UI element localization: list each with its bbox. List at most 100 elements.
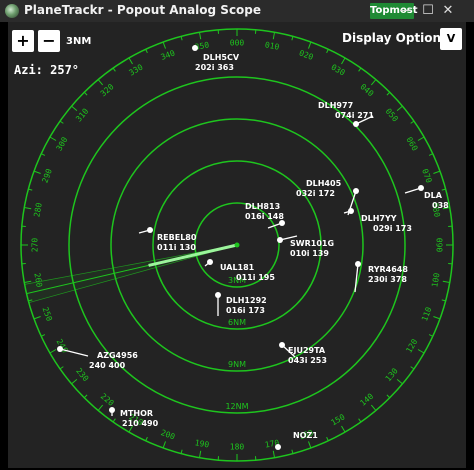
- target-ryr4648: RYR4648230i 378: [354, 261, 408, 293]
- bearing-tick: [97, 404, 104, 411]
- bearing-label: 050: [384, 107, 400, 124]
- bearing-tick: [180, 449, 183, 454]
- target-dlh977: DLH977074i 271: [318, 101, 374, 127]
- target-info: 029i 173: [373, 224, 412, 233]
- bearing-tick: [33, 316, 41, 320]
- bearing-label: 330: [127, 62, 144, 77]
- target-info: 240 400: [89, 361, 126, 370]
- target-info: 202i 363: [195, 63, 234, 72]
- bearing-tick: [83, 91, 88, 96]
- bearing-tick: [24, 206, 32, 210]
- target-rebel80: REBEL80011i 130: [138, 227, 197, 252]
- bearing-tick: [145, 49, 148, 54]
- bearing-tick: [410, 366, 415, 370]
- bearing-label: 070: [420, 168, 433, 185]
- target-callsign: DLH977: [318, 101, 353, 110]
- bearing-tick: [180, 36, 183, 41]
- target-info: 011i 195: [236, 273, 275, 282]
- bearing-tick: [341, 57, 346, 65]
- bearing-tick: [370, 404, 377, 411]
- bearing-tick: [49, 349, 57, 354]
- bearing-label: 150: [329, 412, 346, 427]
- bearing-tick: [41, 334, 46, 337]
- target-dla: DLA038: [404, 185, 449, 210]
- bearing-tick: [272, 450, 276, 458]
- bearing-label: 320: [99, 82, 116, 98]
- bearing-tick: [417, 136, 425, 141]
- bearing-tick: [358, 67, 362, 72]
- zoom-out-button[interactable]: −: [38, 30, 60, 52]
- bearing-tick: [396, 105, 403, 112]
- bearing-label: 180: [230, 443, 245, 452]
- bearing-tick: [112, 67, 116, 72]
- bearing-tick: [71, 105, 78, 112]
- bearing-tick: [33, 170, 41, 174]
- target-swr101g: SWR101G010i 139: [277, 235, 334, 258]
- bearing-label: 060: [404, 135, 419, 152]
- collapse-button[interactable]: V: [440, 28, 462, 50]
- ring-label: 12NM: [225, 402, 248, 411]
- target-callsign: MTHOR: [120, 409, 153, 418]
- bearing-tick: [326, 436, 329, 441]
- target-dot: [279, 342, 285, 348]
- bearing-tick: [386, 394, 391, 399]
- target-info: 016i 148: [245, 212, 284, 221]
- target-dot: [207, 259, 213, 265]
- target-callsign: DLH405: [306, 179, 342, 188]
- target-dot: [353, 121, 359, 127]
- bearing-tick: [128, 57, 133, 65]
- bearing-tick: [341, 425, 346, 433]
- bearing-tick: [441, 188, 446, 191]
- bearing-label: 110: [420, 306, 433, 323]
- target-callsign: RYR4648: [368, 265, 408, 274]
- bearing-tick: [428, 153, 433, 156]
- bearing-tick: [24, 280, 32, 284]
- display-options-button[interactable]: Display Options: [342, 31, 448, 45]
- bearing-label: 250: [40, 306, 53, 323]
- target-leader: [354, 263, 359, 293]
- bearing-tick: [291, 36, 294, 41]
- bearing-tick: [441, 299, 446, 302]
- bearing-tick: [417, 349, 425, 354]
- bearing-tick: [308, 441, 312, 449]
- bearing-tick: [410, 120, 415, 124]
- target-callsign: DLH1292: [226, 296, 267, 305]
- bearing-tick: [145, 436, 148, 441]
- target-info: 230i 378: [368, 275, 407, 284]
- bearing-label: 000: [230, 39, 245, 48]
- target-ual181: UAL181011i 195: [204, 259, 275, 282]
- bearing-label: 300: [55, 135, 70, 152]
- target-dlh813: DLH813016i 148: [245, 202, 285, 229]
- bearing-tick: [428, 334, 433, 337]
- zoom-in-button[interactable]: +: [12, 30, 34, 52]
- bearing-label: 240: [55, 337, 70, 354]
- scope-center-dot: [234, 242, 240, 248]
- bearing-label: 190: [194, 438, 210, 449]
- bearing-tick: [162, 441, 166, 449]
- bearing-tick: [291, 449, 294, 454]
- bearing-tick: [358, 418, 362, 423]
- target-dot: [275, 444, 281, 450]
- target-dot: [355, 261, 361, 267]
- target-info: 011i 130: [157, 243, 196, 252]
- target-dlh1292: DLH1292016i 173: [215, 292, 267, 316]
- range-label: 3NM: [66, 36, 92, 47]
- sweep-beam: [24, 242, 240, 304]
- bearing-tick: [326, 49, 329, 54]
- bearing-tick: [83, 394, 88, 399]
- bearing-label: 030: [329, 63, 346, 78]
- bearing-label: 130: [384, 366, 400, 383]
- target-callsign: AZG4956: [97, 351, 138, 360]
- bearing-label: 270: [31, 238, 40, 253]
- target-info: 010i 139: [290, 249, 329, 258]
- azimuth-readout: Azi: 257°: [14, 63, 80, 77]
- target-callsign: DLH7YY: [361, 214, 397, 223]
- target-dot: [348, 208, 354, 214]
- bearing-tick: [272, 32, 276, 40]
- bearing-tick: [41, 153, 46, 156]
- bearing-tick: [162, 41, 166, 49]
- bearing-label: 290: [40, 167, 53, 184]
- target-dot: [192, 45, 198, 51]
- bearing-label: 200: [160, 428, 177, 441]
- bearing-tick: [386, 91, 391, 96]
